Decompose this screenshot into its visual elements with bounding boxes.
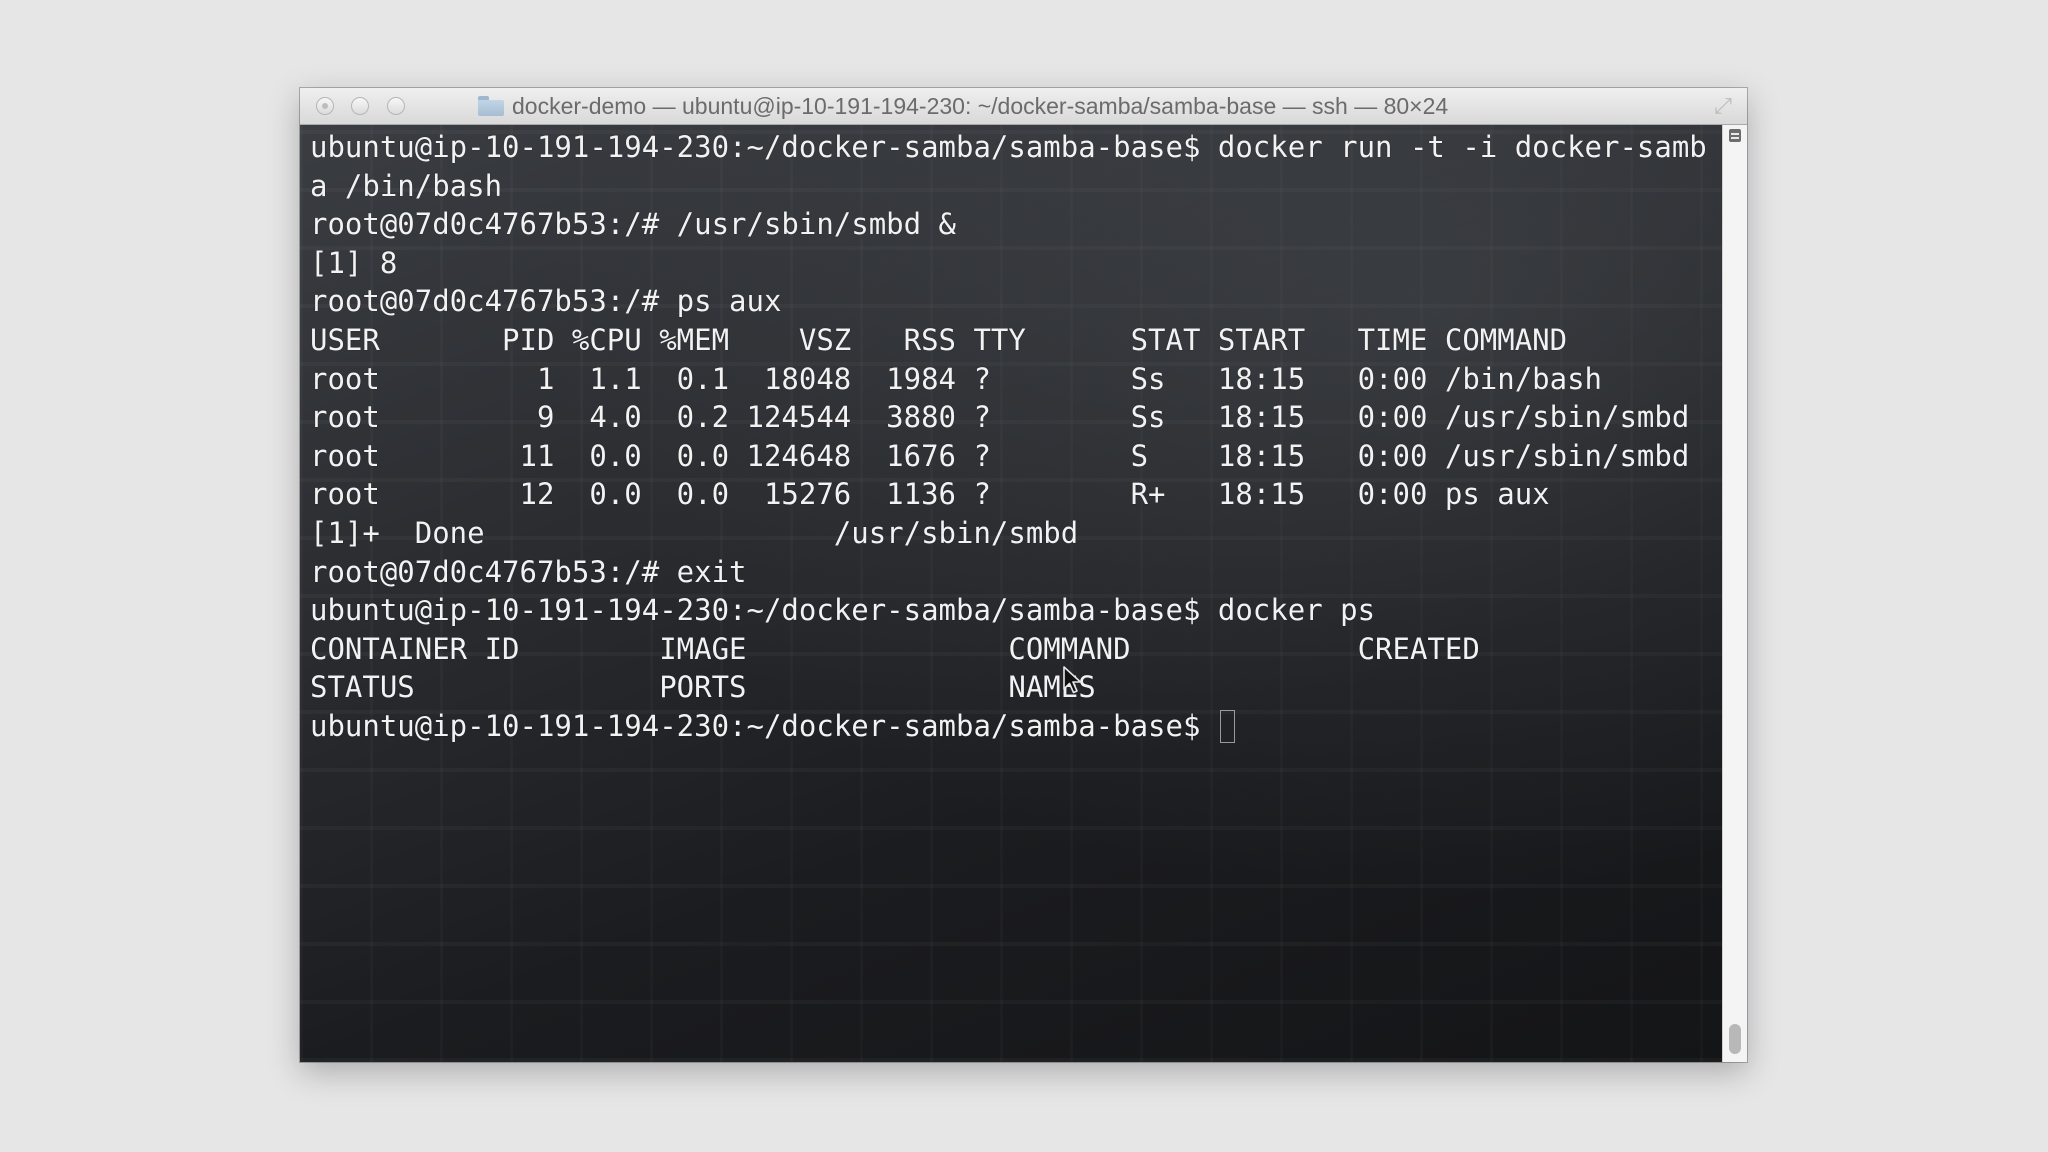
window-title-group: docker-demo — ubuntu@ip-10-191-194-230: … xyxy=(478,88,1448,124)
terminal-prompt-line[interactable]: ubuntu@ip-10-191-194-230:~/docker-samba/… xyxy=(310,707,1707,746)
terminal-window: docker-demo — ubuntu@ip-10-191-194-230: … xyxy=(300,88,1747,1062)
vertical-scrollbar[interactable] xyxy=(1722,125,1747,1062)
terminal-line: [1]+ Done /usr/sbin/smbd xyxy=(310,515,1079,550)
terminal-output: ubuntu@ip-10-191-194-230:~/docker-samba/… xyxy=(310,128,1707,746)
terminal-line: root 9 4.0 0.2 124544 3880 ? Ss 18:15 0:… xyxy=(310,400,1690,435)
terminal-prompt: ubuntu@ip-10-191-194-230:~/docker-samba/… xyxy=(310,708,1218,743)
terminal-line: root 11 0.0 0.0 124648 1676 ? S 18:15 0:… xyxy=(310,438,1690,473)
terminal-line: CONTAINER ID IMAGE COMMAND CREATED xyxy=(310,631,1480,666)
terminal-content[interactable]: ubuntu@ip-10-191-194-230:~/docker-samba/… xyxy=(300,125,1722,1062)
scroll-menu-icon[interactable] xyxy=(1729,129,1741,142)
zoom-button[interactable] xyxy=(387,97,405,115)
terminal-line: root@07d0c4767b53:/# /usr/sbin/smbd & xyxy=(310,207,957,242)
terminal-line: STATUS PORTS NAMES xyxy=(310,670,1096,705)
terminal-line: root@07d0c4767b53:/# exit xyxy=(310,554,747,589)
window-title: docker-demo — ubuntu@ip-10-191-194-230: … xyxy=(512,92,1449,119)
terminal-line: root 1 1.1 0.1 18048 1984 ? Ss 18:15 0:0… xyxy=(310,361,1603,396)
minimize-button[interactable] xyxy=(351,97,369,115)
terminal-line: USER PID %CPU %MEM VSZ RSS TTY STAT STAR… xyxy=(310,322,1568,357)
mouse-pointer-icon xyxy=(1063,666,1082,694)
terminal-line: a /bin/bash xyxy=(310,168,503,203)
terminal-line: root@07d0c4767b53:/# ps aux xyxy=(310,284,782,319)
text-cursor xyxy=(1219,709,1235,743)
terminal-line: ubuntu@ip-10-191-194-230:~/docker-samba/… xyxy=(310,593,1376,628)
fullscreen-arrows-icon[interactable]: ⤢ xyxy=(1711,94,1735,118)
scrollbar-thumb[interactable] xyxy=(1729,1024,1741,1054)
window-titlebar[interactable]: docker-demo — ubuntu@ip-10-191-194-230: … xyxy=(300,88,1747,125)
terminal-line: ubuntu@ip-10-191-194-230:~/docker-samba/… xyxy=(310,130,1707,164)
close-button[interactable] xyxy=(316,97,334,115)
terminal-line: root 12 0.0 0.0 15276 1136 ? R+ 18:15 0:… xyxy=(310,477,1550,512)
folder-icon xyxy=(478,96,504,116)
terminal-line: [1] 8 xyxy=(310,245,398,280)
